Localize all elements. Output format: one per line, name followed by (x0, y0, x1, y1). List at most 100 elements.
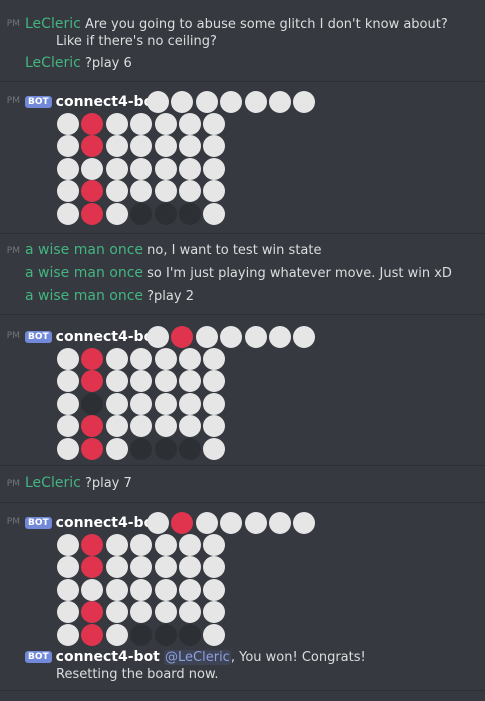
board-empty-slot (105, 113, 128, 135)
board-empty-slot (105, 415, 128, 438)
board-empty-slot (105, 370, 128, 393)
chat-log: PM LeCleric Are you going to abuse some … (0, 0, 485, 701)
board-empty-slot (57, 113, 79, 135)
board-empty-slot (179, 415, 201, 438)
author-name[interactable]: LeCleric (25, 16, 81, 32)
author-name[interactable]: connect4-bot (56, 649, 160, 665)
board-empty-slot (179, 578, 201, 601)
board-empty-slot (203, 202, 226, 225)
board-empty-slot (57, 202, 79, 225)
board-empty-slot (57, 415, 79, 438)
board-empty-slot (179, 370, 201, 393)
board-empty-slot (203, 415, 226, 438)
board-empty-slot (57, 348, 79, 370)
message-text: no, I want to test win state (147, 243, 322, 258)
board-empty-slot (130, 135, 153, 158)
board-empty-slot (203, 556, 226, 579)
header-empty-slot (244, 91, 267, 113)
board-red-disc (81, 135, 104, 158)
board-red-disc (81, 415, 104, 438)
board-empty-slot (130, 392, 153, 415)
board-red-disc (81, 534, 104, 556)
message-divider (0, 690, 485, 691)
board-empty-slot (154, 370, 177, 393)
board-empty-slot (203, 157, 226, 180)
author-name[interactable]: connect4-bot (56, 94, 160, 110)
timestamp: PM (6, 479, 20, 489)
bot-tag: BOT (25, 331, 52, 343)
board-red-disc (81, 556, 104, 579)
author-name[interactable]: LeCleric (25, 475, 81, 491)
board-red-disc (81, 370, 104, 393)
board-empty-slot (105, 180, 128, 203)
board-empty-slot (179, 601, 201, 624)
header-empty-slot (220, 512, 243, 534)
board-empty-slot (130, 578, 153, 601)
board-empty-slot (154, 415, 177, 438)
board-empty-slot (57, 180, 79, 203)
board-empty-slot (154, 601, 177, 624)
board-empty-slot (154, 534, 177, 556)
board-empty-slot (203, 370, 226, 393)
board-red-disc (81, 180, 104, 203)
board-red-disc (81, 348, 104, 370)
board-blank-slot (130, 437, 153, 460)
header-empty-slot (147, 512, 169, 534)
board-empty-slot (130, 534, 153, 556)
board-empty-slot (154, 392, 177, 415)
message-text: Resetting the board now. (56, 667, 219, 682)
author-name[interactable]: a wise man once (25, 265, 143, 281)
author-name[interactable]: a wise man once (25, 242, 143, 258)
board-empty-slot (154, 135, 177, 158)
board-empty-slot (130, 556, 153, 579)
author-name[interactable]: connect4-bot (56, 515, 160, 531)
board-empty-slot (154, 157, 177, 180)
board-empty-slot (203, 113, 226, 135)
user-mention[interactable]: @LeCleric (164, 650, 231, 665)
board-red-disc (81, 601, 104, 624)
board-empty-slot (130, 157, 153, 180)
board-empty-slot (81, 578, 104, 601)
board-empty-slot (105, 437, 128, 460)
board-empty-slot (130, 370, 153, 393)
board-blank-slot (154, 623, 177, 646)
board-empty-slot (105, 556, 128, 579)
board-empty-slot (57, 578, 79, 601)
board-empty-slot (105, 623, 128, 646)
header-empty-slot (147, 91, 169, 113)
board-empty-slot (179, 348, 201, 370)
board-empty-slot (105, 534, 128, 556)
author-name[interactable]: LeCleric (25, 55, 81, 71)
timestamp: PM (6, 517, 20, 527)
board-empty-slot (57, 392, 79, 415)
board-red-disc (81, 623, 104, 646)
board-red-disc (81, 113, 104, 135)
board-empty-slot (81, 157, 104, 180)
message: PM BOT connect4-bot (0, 512, 485, 646)
header-empty-slot (195, 326, 218, 348)
board-empty-slot (154, 113, 177, 135)
author-name[interactable]: connect4-bot (56, 329, 160, 345)
board-empty-slot (57, 623, 79, 646)
header-empty-slot (244, 326, 267, 348)
board-empty-slot (179, 135, 201, 158)
board-empty-slot (203, 348, 226, 370)
board-blank-slot (154, 202, 177, 225)
message-text: Like if there's no ceiling? (56, 34, 217, 49)
header-empty-slot (269, 512, 291, 534)
board-empty-slot (179, 534, 201, 556)
header-empty-slot (195, 512, 218, 534)
board-blank-slot (179, 437, 201, 460)
message-text: ?play 6 (84, 56, 132, 71)
board-blank-slot (81, 392, 104, 415)
board-empty-slot (57, 370, 79, 393)
board-empty-slot (130, 415, 153, 438)
board-empty-slot (203, 392, 226, 415)
message: PM BOT connect4-bot (0, 326, 485, 460)
header-empty-slot (269, 326, 291, 348)
board-empty-slot (203, 534, 226, 556)
board-empty-slot (105, 135, 128, 158)
author-name[interactable]: a wise man once (25, 288, 143, 304)
board-empty-slot (105, 601, 128, 624)
header-empty-slot (220, 91, 243, 113)
